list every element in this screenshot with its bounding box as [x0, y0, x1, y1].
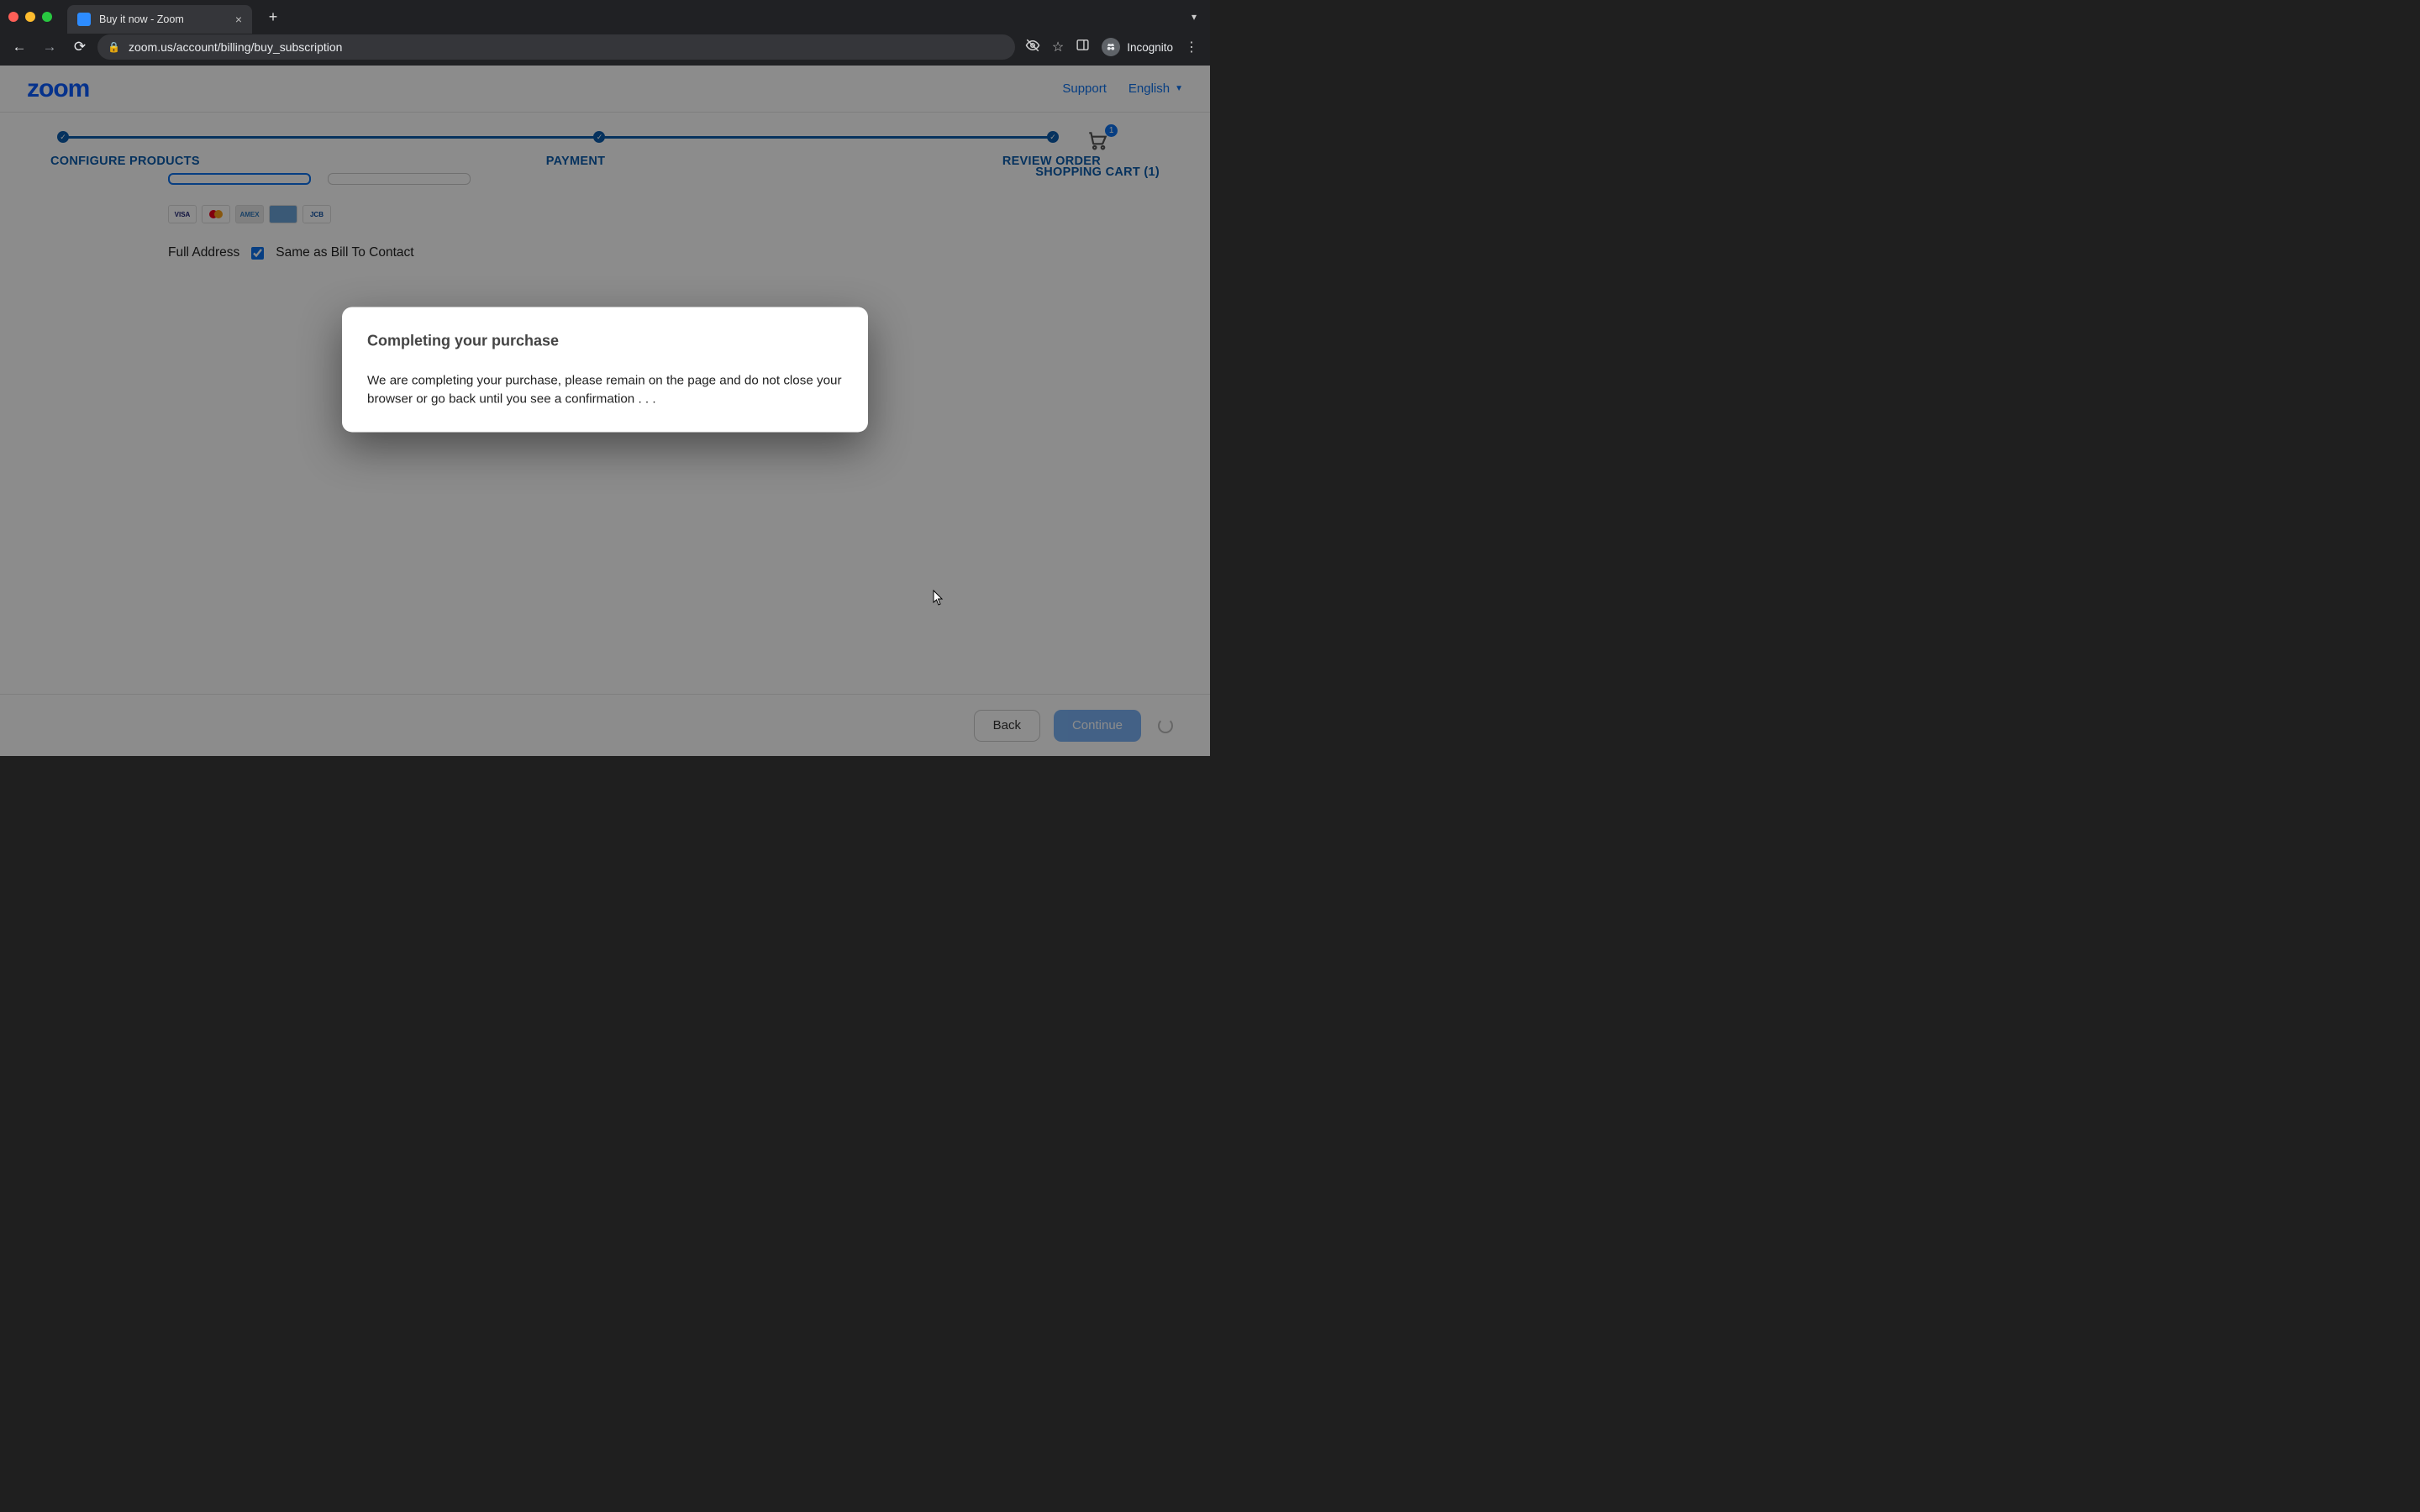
- step-dot-configure: ✓: [57, 131, 69, 143]
- card-amex-icon: AMEX: [235, 205, 264, 223]
- step-dot-payment: ✓: [593, 131, 605, 143]
- full-address-row: Full Address Same as Bill To Contact: [168, 245, 1210, 260]
- kebab-menu-icon[interactable]: ⋮: [1185, 39, 1198, 55]
- loading-spinner-icon: [1158, 718, 1173, 733]
- url-text: zoom.us/account/billing/buy_subscription: [129, 40, 342, 54]
- step-label-configure[interactable]: CONFIGURE PRODUCTS: [50, 155, 401, 168]
- browser-chrome: Buy it now - Zoom × + ▾ ← → ⟳ 🔒 zoom.us/…: [0, 0, 1210, 66]
- checkout-steps: ✓ ✓ ✓ CONFIGURE PRODUCTS PAYMENT REVIEW …: [0, 113, 1210, 168]
- step-track: ✓ ✓ ✓: [57, 133, 1153, 143]
- tab-title: Buy it now - Zoom: [99, 13, 227, 25]
- new-tab-button[interactable]: +: [262, 6, 284, 28]
- cart-badge: 1: [1105, 124, 1118, 137]
- page-viewport: zoom Support English ▼ ✓ ✓ ✓ CONFIGURE P…: [0, 66, 1210, 756]
- shopping-cart[interactable]: 1 SHOPPING CART (1): [1035, 129, 1160, 179]
- support-link[interactable]: Support: [1062, 81, 1107, 96]
- accepted-cards: VISA AMEX JCB: [168, 205, 1210, 223]
- window-close-icon[interactable]: [8, 12, 18, 22]
- payment-method-option-selected[interactable]: [168, 173, 311, 185]
- continue-button[interactable]: Continue: [1054, 710, 1141, 742]
- incognito-indicator[interactable]: Incognito: [1102, 38, 1173, 56]
- modal-body: We are completing your purchase, please …: [367, 371, 843, 408]
- step-labels: CONFIGURE PRODUCTS PAYMENT REVIEW ORDER: [50, 155, 1160, 168]
- address-bar-row: ← → ⟳ 🔒 zoom.us/account/billing/buy_subs…: [0, 34, 1210, 66]
- completing-purchase-modal: Completing your purchase We are completi…: [342, 307, 868, 432]
- nav-back-button[interactable]: ←: [7, 34, 32, 60]
- cart-icon: 1: [1086, 129, 1109, 157]
- modal-title: Completing your purchase: [367, 332, 843, 349]
- window-minimize-icon[interactable]: [25, 12, 35, 22]
- card-visa-icon: VISA: [168, 205, 197, 223]
- nav-reload-button[interactable]: ⟳: [67, 34, 92, 60]
- address-bar[interactable]: 🔒 zoom.us/account/billing/buy_subscripti…: [97, 34, 1015, 60]
- card-jcb-icon: JCB: [302, 205, 331, 223]
- card-mastercard-icon: [202, 205, 230, 223]
- full-address-label: Full Address: [168, 245, 239, 260]
- footer-action-bar: Back Continue: [0, 694, 1210, 756]
- payment-form-area: VISA AMEX JCB Full Address Same as Bill …: [0, 168, 1210, 260]
- titlebar: Buy it now - Zoom × + ▾: [0, 0, 1210, 34]
- mouse-cursor-icon: [933, 590, 944, 606]
- browser-tab[interactable]: Buy it now - Zoom ×: [67, 5, 252, 34]
- step-label-payment[interactable]: PAYMENT: [401, 155, 751, 168]
- card-discover-icon: [269, 205, 297, 223]
- same-as-bill-label: Same as Bill To Contact: [276, 245, 413, 260]
- panel-icon[interactable]: [1076, 38, 1090, 56]
- tab-favicon-icon: [77, 13, 91, 26]
- language-selector[interactable]: English ▼: [1128, 81, 1183, 96]
- tabs-overflow-icon[interactable]: ▾: [1192, 11, 1202, 23]
- lock-icon: 🔒: [108, 41, 120, 53]
- bookmark-star-icon[interactable]: ☆: [1052, 39, 1064, 55]
- zoom-logo[interactable]: zoom: [27, 75, 89, 103]
- back-button[interactable]: Back: [974, 710, 1040, 742]
- tab-close-icon[interactable]: ×: [235, 13, 242, 26]
- nav-forward-button[interactable]: →: [37, 34, 62, 60]
- window-zoom-icon[interactable]: [42, 12, 52, 22]
- zoom-header: zoom Support English ▼: [0, 66, 1210, 113]
- chevron-down-icon: ▼: [1175, 84, 1183, 93]
- window-controls: [8, 12, 52, 22]
- toolbar-right: ☆ Incognito ⋮: [1020, 38, 1203, 57]
- step-line: [62, 136, 1052, 139]
- cart-label: SHOPPING CART (1): [1035, 165, 1160, 179]
- payment-method-option[interactable]: [328, 173, 471, 185]
- incognito-label: Incognito: [1127, 41, 1173, 54]
- same-as-bill-checkbox[interactable]: [251, 247, 264, 260]
- incognito-icon: [1102, 38, 1120, 56]
- tracking-off-icon[interactable]: [1025, 38, 1040, 57]
